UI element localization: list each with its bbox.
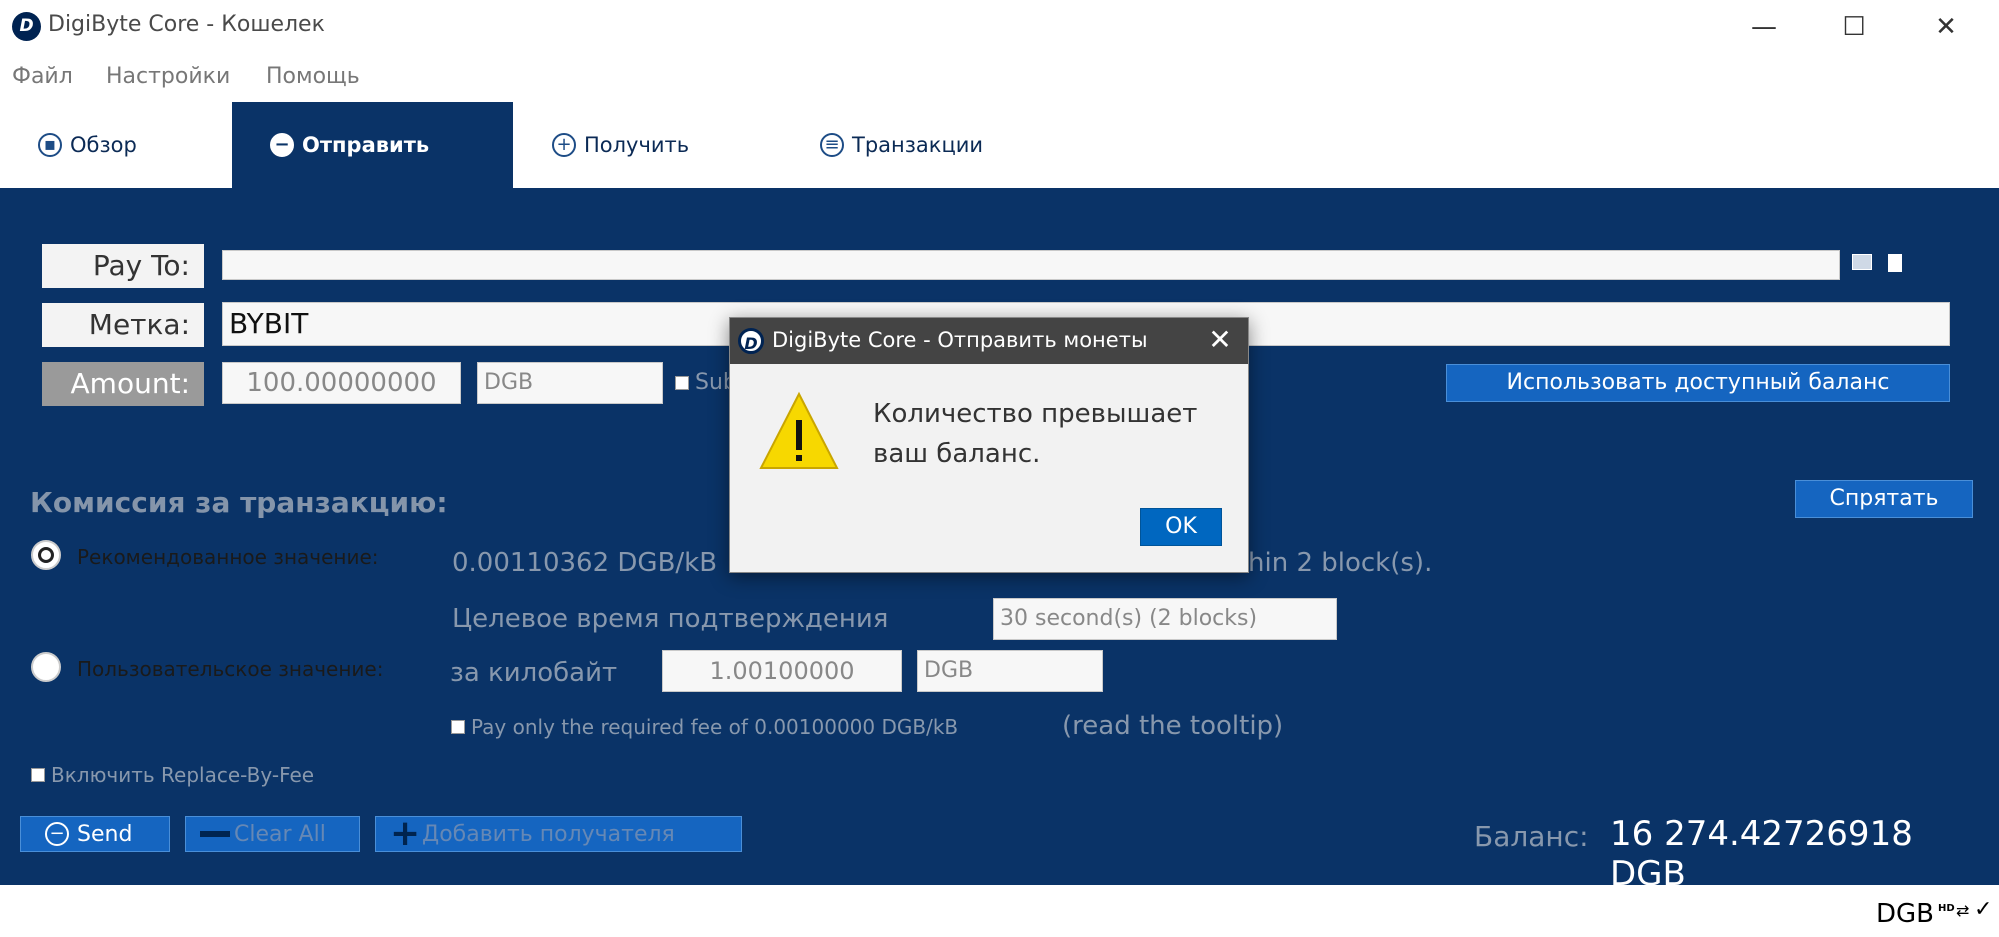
menu-help[interactable]: Помощь <box>266 64 360 89</box>
pay-minimum-fee-checkbox[interactable] <box>451 720 465 734</box>
amount-input[interactable]: 100.00000000 <box>222 362 461 404</box>
menu-file[interactable]: Файл <box>12 64 73 89</box>
label-label: Метка: <box>42 303 204 347</box>
send-icon: − <box>270 133 294 157</box>
send-button[interactable]: − Send <box>20 816 170 852</box>
address-book-icon[interactable] <box>1852 254 1872 270</box>
balance-label: Баланс: <box>1474 820 1589 853</box>
confirmation-target-label: Целевое время подтверждения <box>452 604 889 634</box>
add-recipient-button[interactable]: + Добавить получателя <box>375 816 742 852</box>
tab-transactions-label: Транзакции <box>852 133 984 157</box>
minimize-button[interactable]: — <box>1734 8 1794 46</box>
tab-send-label: Отправить <box>302 133 430 157</box>
tab-transactions[interactable]: ≡ Транзакции <box>820 102 1070 188</box>
insufficient-balance-dialog: D DigiByte Core - Отправить монеты ✕ Кол… <box>729 317 1249 573</box>
custom-fee-unit-select[interactable]: DGB <box>917 650 1103 692</box>
hide-fee-button[interactable]: Спрятать <box>1795 480 1973 518</box>
hd-wallet-badge: HD <box>1938 903 1955 914</box>
custom-fee-label: Пользовательское значение: <box>77 657 384 681</box>
clear-all-button[interactable]: Clear All <box>185 816 360 852</box>
plus-icon: + <box>390 813 421 854</box>
confirmation-target-select[interactable]: 30 second(s) (2 blocks) <box>993 598 1337 640</box>
dialog-message: Количество превышает ваш баланс. <box>873 394 1213 474</box>
read-tooltip-hint: (read the tooltip) <box>1062 711 1284 741</box>
rbf-label: Включить Replace-By-Fee <box>51 763 315 787</box>
minus-icon <box>200 831 230 837</box>
dialog-message-line1: Количество превышает <box>873 399 1198 429</box>
overview-icon: ▪ <box>38 133 62 157</box>
pay-to-label: Pay To: <box>42 244 204 288</box>
clear-all-label: Clear All <box>234 821 326 847</box>
title-bar: D DigiByte Core - Кошелек — ☐ ✕ <box>0 0 1999 54</box>
custom-fee-input[interactable]: 1.00100000 <box>662 650 902 692</box>
transactions-icon: ≡ <box>820 133 844 157</box>
rbf-checkbox[interactable] <box>31 768 45 782</box>
receive-icon: + <box>552 133 576 157</box>
window-title: DigiByte Core - Кошелек <box>48 12 325 37</box>
dialog-message-line2: ваш баланс. <box>873 439 1041 469</box>
dialog-ok-button[interactable]: OK <box>1140 508 1222 546</box>
synced-check-icon: ✓ <box>1974 897 1993 922</box>
fee-heading: Комиссия за транзакцию: <box>30 486 448 519</box>
balance-value: 16 274.42726918 DGB <box>1610 814 1913 894</box>
dialog-title: DigiByte Core - Отправить монеты <box>772 328 1148 352</box>
digibyte-logo-icon: D <box>12 12 41 41</box>
add-recipient-label: Добавить получателя <box>422 821 675 847</box>
close-button[interactable]: ✕ <box>1916 8 1976 46</box>
pay-minimum-fee-label: Pay only the required fee of 0.00100000 … <box>471 715 959 739</box>
tab-receive[interactable]: + Получить <box>552 102 802 188</box>
recommended-fee-radio[interactable] <box>31 540 61 570</box>
warning-icon <box>759 391 839 469</box>
use-available-balance-button[interactable]: Использовать доступный баланс <box>1446 364 1950 402</box>
tab-overview-label: Обзор <box>70 133 137 157</box>
pay-to-input[interactable] <box>222 250 1840 280</box>
menu-settings[interactable]: Настройки <box>106 64 230 89</box>
send-icon: − <box>45 822 69 846</box>
unit-selector[interactable]: DGB <box>1876 899 1934 929</box>
maximize-button[interactable]: ☐ <box>1824 8 1884 46</box>
paste-icon[interactable] <box>1888 254 1902 272</box>
tab-receive-label: Получить <box>584 133 690 157</box>
amount-unit-select[interactable]: DGB <box>477 362 663 404</box>
recommended-fee-label: Рекомендованное значение: <box>77 545 379 569</box>
tab-send[interactable]: − Отправить <box>232 102 513 188</box>
network-icon: ⇄ <box>1956 901 1970 920</box>
dialog-close-button[interactable]: ✕ <box>1200 322 1240 358</box>
status-bar: DGB HD ⇄ ✓ <box>0 885 1999 937</box>
per-kilobyte-label: за килобайт <box>450 658 618 688</box>
subtract-fee-checkbox[interactable] <box>675 376 689 390</box>
tab-overview[interactable]: ▪ Обзор <box>0 102 232 188</box>
recommended-fee-value: 0.00110362 DGB/kB <box>452 548 718 578</box>
recommended-fee-suffix: hin 2 block(s). <box>1248 548 1433 578</box>
custom-fee-radio[interactable] <box>31 652 61 682</box>
digibyte-logo-icon: D <box>738 328 764 354</box>
send-button-label: Send <box>77 821 133 847</box>
amount-label: Amount: <box>42 362 204 406</box>
